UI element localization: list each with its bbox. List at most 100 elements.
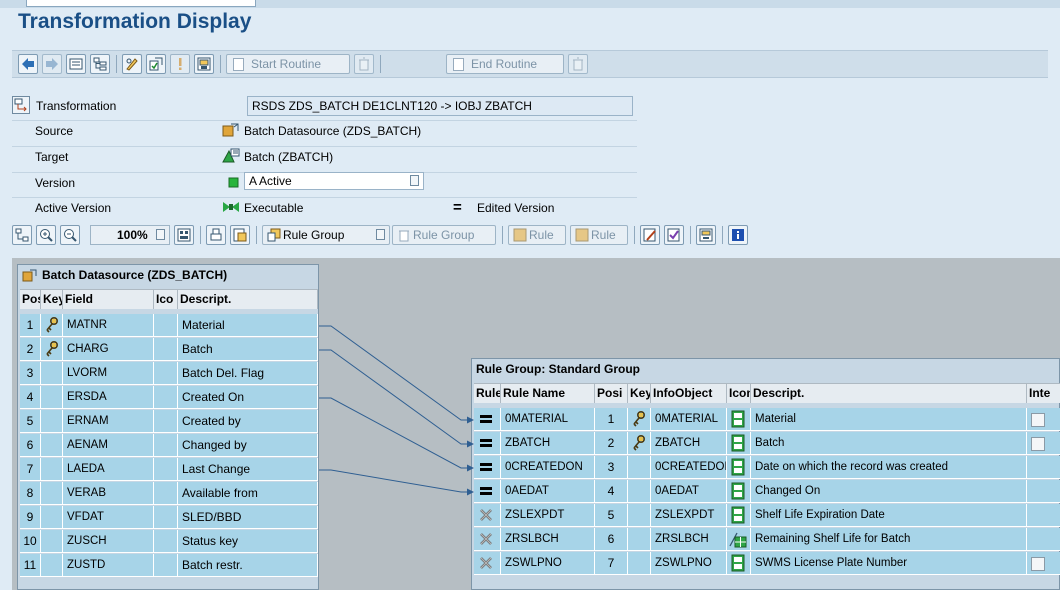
source-row[interactable]: 4 ERSDA Created On bbox=[20, 386, 318, 410]
forward-button[interactable] bbox=[42, 54, 62, 74]
toolbar-separator bbox=[502, 226, 503, 244]
cell-position: 9 bbox=[20, 506, 41, 529]
rule-row[interactable]: ZSLEXPDT 5 ZSLEXPDT Shelf Life Expiration D… bbox=[474, 504, 1060, 528]
print-button[interactable] bbox=[206, 225, 226, 245]
cell-integrity[interactable] bbox=[1027, 408, 1060, 431]
cell-icon bbox=[154, 386, 178, 409]
rule-row[interactable]: ZBATCH 2 ZBATCH Batch bbox=[474, 432, 1060, 456]
cell-key bbox=[41, 506, 63, 529]
back-button[interactable] bbox=[18, 54, 38, 74]
add-rule-group-button[interactable]: Rule Group bbox=[262, 225, 390, 245]
source-row[interactable]: 11 ZUSTD Batch restr. bbox=[20, 554, 318, 578]
cell-key bbox=[628, 480, 651, 503]
cell-integrity[interactable] bbox=[1027, 552, 1060, 575]
cell-infoobject: 0MATERIAL bbox=[651, 408, 727, 431]
cell-description: Material bbox=[751, 408, 1027, 431]
source-row[interactable]: 2 CHARG Batch bbox=[20, 338, 318, 362]
delete-start-routine-button[interactable] bbox=[354, 54, 374, 74]
active-status-icon bbox=[228, 174, 240, 192]
info-button[interactable] bbox=[170, 54, 190, 74]
zoom-select[interactable]: 100% bbox=[90, 225, 170, 245]
col-header[interactable]: Descript. bbox=[178, 290, 318, 309]
delete-rule-group-button[interactable]: Rule Group bbox=[392, 225, 496, 245]
integrity-checkbox[interactable] bbox=[1031, 557, 1045, 571]
col-header[interactable]: Key bbox=[41, 290, 63, 309]
delete-rule-button[interactable]: Rule bbox=[570, 225, 628, 245]
rule-row[interactable]: 0MATERIAL 1 0MATERIAL Material bbox=[474, 408, 1060, 432]
cell-position: 11 bbox=[20, 554, 41, 577]
dropdown-icon bbox=[376, 229, 385, 240]
rule-row[interactable]: 0CREATEDON 3 0CREATEDON Date on which the r… bbox=[474, 456, 1060, 480]
col-header[interactable]: Posi bbox=[20, 290, 41, 309]
source-row[interactable]: 9 VFDAT SLED/BBD bbox=[20, 506, 318, 530]
col-header[interactable]: Icon bbox=[727, 384, 751, 403]
transformation-icon[interactable] bbox=[12, 96, 30, 114]
where-used-button[interactable] bbox=[194, 54, 214, 74]
source-row[interactable]: 5 ERNAM Created by bbox=[20, 410, 318, 434]
add-rule-button[interactable]: Rule bbox=[508, 225, 566, 245]
col-header[interactable]: Rule Name bbox=[501, 384, 595, 403]
source-row[interactable]: 8 VERAB Available from bbox=[20, 482, 318, 506]
integrity-checkbox[interactable] bbox=[1031, 413, 1045, 427]
cell-rule-type[interactable] bbox=[474, 480, 501, 503]
version-select[interactable]: A Active bbox=[244, 172, 424, 190]
source-row[interactable]: 6 AENAM Changed by bbox=[20, 434, 318, 458]
display-change-button[interactable] bbox=[122, 54, 142, 74]
cell-icon bbox=[154, 338, 178, 361]
zoom-in-button[interactable] bbox=[36, 225, 56, 245]
page-title: Transformation Display bbox=[18, 10, 252, 33]
technical-view-button[interactable] bbox=[696, 225, 716, 245]
cell-integrity[interactable] bbox=[1027, 528, 1060, 551]
col-header[interactable]: Rule bbox=[474, 384, 501, 403]
col-header[interactable]: Ico bbox=[154, 290, 178, 309]
edit-rules-button[interactable] bbox=[640, 225, 660, 245]
source-row[interactable]: 10 ZUSCH Status key bbox=[20, 530, 318, 554]
source-row[interactable]: 1 MATNR Material bbox=[20, 314, 318, 338]
toolbar-separator bbox=[634, 226, 635, 244]
cell-rule-name: ZSLEXPDT bbox=[501, 504, 595, 527]
executable-icon bbox=[222, 199, 240, 217]
source-row[interactable]: 3 LVORM Batch Del. Flag bbox=[20, 362, 318, 386]
col-header[interactable]: InfoObject bbox=[651, 384, 727, 403]
col-header[interactable]: Field bbox=[63, 290, 154, 309]
cell-integrity[interactable] bbox=[1027, 480, 1060, 503]
info-button[interactable] bbox=[728, 225, 748, 245]
infoobject-icon bbox=[222, 148, 240, 166]
activate-button[interactable] bbox=[146, 54, 166, 74]
layout-icon bbox=[15, 228, 29, 242]
print-preview-button[interactable] bbox=[230, 225, 250, 245]
integrity-checkbox[interactable] bbox=[1031, 437, 1045, 451]
rule-row[interactable]: ZRSLBCH 6 ZRSLBCH Remaining Shelf Life for … bbox=[474, 528, 1060, 552]
delete-end-routine-button[interactable] bbox=[568, 54, 588, 74]
hierarchy-button[interactable] bbox=[90, 54, 110, 74]
cell-description: Material bbox=[178, 314, 318, 337]
fit-screen-button[interactable] bbox=[174, 225, 194, 245]
overview-button[interactable] bbox=[66, 54, 86, 74]
cell-rule-type[interactable] bbox=[474, 432, 501, 455]
rule-row[interactable]: 0AEDAT 4 0AEDAT Changed On bbox=[474, 480, 1060, 504]
col-header[interactable]: Posi bbox=[595, 384, 628, 403]
characteristic-icon bbox=[731, 458, 745, 476]
cell-rule-type[interactable] bbox=[474, 456, 501, 479]
no-rule-icon bbox=[480, 533, 492, 545]
rule-row[interactable]: ZSWLPNO 7 ZSWLPNO SWMS License Plate Number bbox=[474, 552, 1060, 576]
col-header[interactable]: Key bbox=[628, 384, 651, 403]
col-header[interactable]: Descript. bbox=[751, 384, 1027, 403]
cell-rule-type[interactable] bbox=[474, 504, 501, 527]
zoom-out-button[interactable] bbox=[60, 225, 80, 245]
cell-rule-type[interactable] bbox=[474, 552, 501, 575]
end-routine-button[interactable]: End Routine bbox=[446, 54, 564, 74]
source-row[interactable]: 7 LAEDA Last Change bbox=[20, 458, 318, 482]
cell-infoobject: ZSLEXPDT bbox=[651, 504, 727, 527]
cell-integrity[interactable] bbox=[1027, 432, 1060, 455]
cell-integrity[interactable] bbox=[1027, 456, 1060, 479]
command-field-stub[interactable] bbox=[26, 0, 256, 7]
start-routine-button[interactable]: Start Routine bbox=[226, 54, 350, 74]
col-header[interactable]: Inte bbox=[1027, 384, 1060, 403]
transformation-value-field[interactable]: RSDS ZDS_BATCH DE1CLNT120 -> IOBJ ZBATCH bbox=[247, 96, 633, 116]
cell-integrity[interactable] bbox=[1027, 504, 1060, 527]
cell-rule-type[interactable] bbox=[474, 528, 501, 551]
cell-rule-type[interactable] bbox=[474, 408, 501, 431]
layout-button[interactable] bbox=[12, 225, 32, 245]
check-rules-button[interactable] bbox=[664, 225, 684, 245]
